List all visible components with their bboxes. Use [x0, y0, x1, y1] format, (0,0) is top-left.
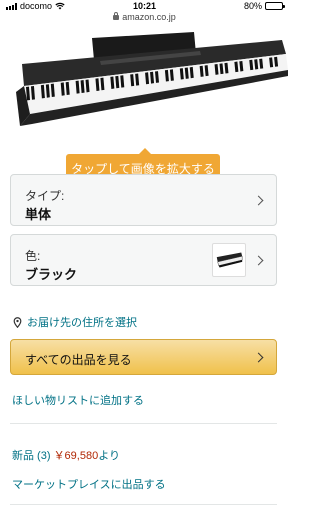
new-offers-price: ￥69,580 [53, 450, 99, 462]
lock-icon [113, 12, 120, 20]
color-selector[interactable]: 色: ブラック [10, 234, 277, 286]
see-all-offers-button[interactable]: すべての出品を見る [10, 339, 277, 375]
sell-on-marketplace-link[interactable]: マーケットプレイスに出品する [12, 476, 166, 492]
divider [10, 423, 277, 424]
chevron-right-icon [253, 195, 264, 206]
select-address-text: お届け先の住所を選択 [27, 317, 137, 329]
type-selector[interactable]: タイプ: 単体 [10, 174, 277, 226]
add-to-wishlist-link[interactable]: ほしい物リストに追加する [12, 392, 144, 408]
url-domain: amazon.co.jp [122, 12, 176, 22]
new-offers-count: 新品 (3) [12, 450, 51, 462]
new-offers-suffix: より [98, 450, 120, 462]
chevron-right-icon [253, 255, 264, 266]
new-offers-link[interactable]: 新品 (3) ￥69,580より [12, 447, 120, 463]
chevron-right-icon [253, 352, 264, 363]
location-pin-icon [13, 316, 22, 328]
color-value: ブラック [25, 267, 78, 282]
type-value: 単体 [25, 207, 52, 222]
divider [10, 504, 277, 505]
battery-percent: 80% [243, 1, 262, 11]
select-address-link[interactable]: お届け先の住所を選択 [12, 314, 137, 330]
color-label: 色: [25, 249, 41, 263]
see-all-offers-label: すべての出品を見る [25, 353, 132, 367]
url-bar[interactable]: amazon.co.jp [0, 12, 289, 24]
color-swatch-thumbnail [212, 243, 246, 277]
battery-icon [265, 2, 285, 10]
battery-group: 80% [243, 1, 285, 11]
type-label: タイプ: [25, 189, 65, 203]
product-image[interactable] [0, 24, 289, 164]
status-bar: docomo 10:21 80% [0, 0, 289, 12]
